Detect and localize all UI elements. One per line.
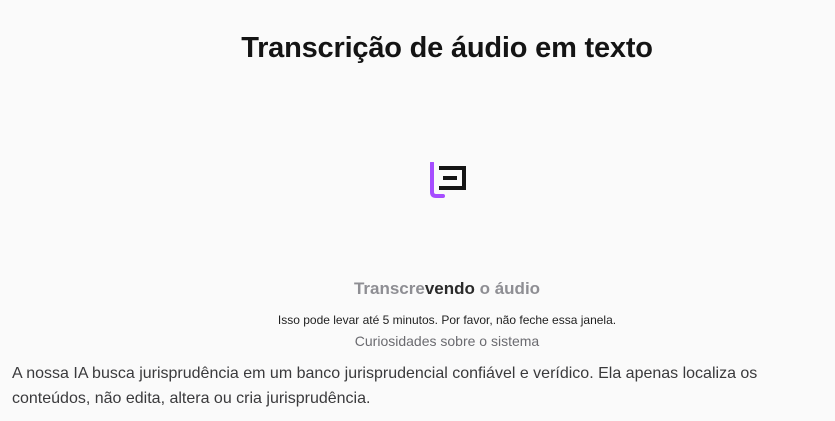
transcription-status: Transcrevendo o áudio	[0, 279, 835, 299]
status-highlight: vendo	[424, 279, 475, 298]
transcription-page: Transcrição de áudio em texto Transcreve…	[0, 0, 835, 421]
curiosities-title: Curiosidades sobre o sistema	[354, 333, 540, 349]
status-prefix: Transcre	[353, 279, 425, 298]
brand-logo-icon	[429, 161, 467, 198]
curiosities-text: A nossa IA busca jurisprudência em um ba…	[12, 365, 758, 407]
status-suffix: o áudio	[474, 279, 541, 298]
page-title: Transcrição de áudio em texto	[241, 32, 653, 64]
wait-notice: Isso pode levar até 5 minutos. Por favor…	[277, 313, 617, 327]
